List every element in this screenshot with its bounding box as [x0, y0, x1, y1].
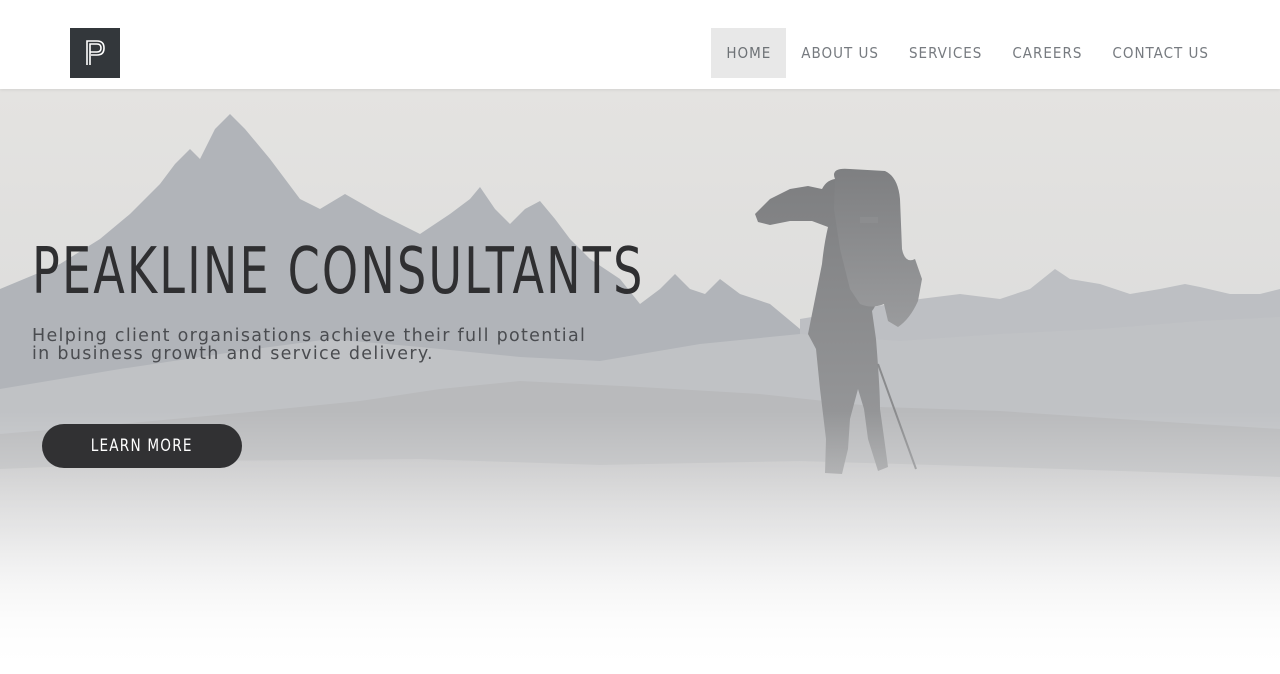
hero-subtitle-line-2: in business growth and service delivery.	[32, 344, 434, 364]
nav-item-contact-us[interactable]: CONTACT US	[1097, 28, 1224, 78]
nav-item-about-us[interactable]: ABOUT US	[786, 28, 894, 78]
main-nav: HOME ABOUT US SERVICES CAREERS CONTACT U…	[711, 28, 1224, 78]
site-header: HOME ABOUT US SERVICES CAREERS CONTACT U…	[0, 0, 1280, 89]
hero-background-image	[0, 89, 1280, 674]
learn-more-button[interactable]: LEARN MORE	[42, 424, 242, 468]
hero-subtitle: Helping client organisations achieve the…	[32, 327, 592, 363]
nav-item-services[interactable]: SERVICES	[894, 28, 997, 78]
hero-subtitle-line-1: Helping client organisations achieve the…	[32, 326, 587, 346]
hero-section: PEAKLINE CONSULTANTS Helping client orga…	[0, 89, 1280, 674]
logo[interactable]	[70, 28, 120, 78]
learn-more-label: LEARN MORE	[91, 436, 193, 456]
nav-item-home[interactable]: HOME	[711, 28, 787, 78]
nav-item-careers[interactable]: CAREERS	[997, 28, 1097, 78]
hero-title: PEAKLINE CONSULTANTS	[32, 235, 645, 309]
p-monogram-logo-icon	[86, 40, 105, 65]
